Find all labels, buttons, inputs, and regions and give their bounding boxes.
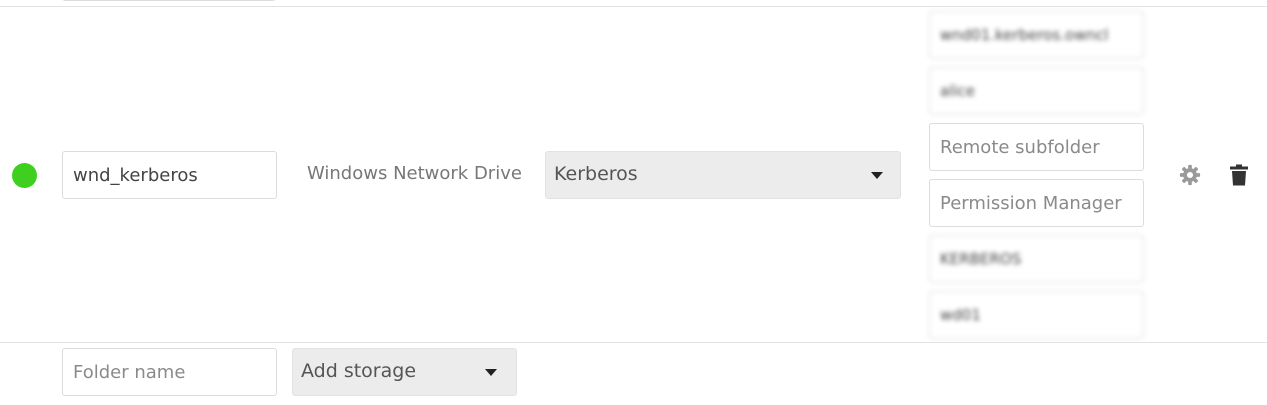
service-account-input[interactable] — [929, 291, 1144, 339]
gear-icon — [1179, 164, 1201, 186]
row-divider-top — [0, 6, 1267, 7]
previous-row-input[interactable] — [62, 0, 276, 1]
authentication-select[interactable]: Kerberos — [545, 151, 901, 199]
delete-button[interactable] — [1229, 164, 1249, 186]
authentication-select-value: Kerberos — [554, 163, 638, 185]
new-folder-name-input[interactable] — [62, 348, 277, 396]
add-storage-select-value: Add storage — [301, 360, 417, 382]
host-input[interactable] — [929, 11, 1144, 59]
username-input[interactable] — [929, 67, 1144, 115]
settings-button[interactable] — [1179, 164, 1201, 186]
row-divider-bottom — [0, 342, 1267, 343]
chevron-down-icon — [485, 369, 497, 376]
backend-label: Windows Network Drive — [307, 163, 522, 184]
trash-icon — [1229, 164, 1249, 186]
domain-input[interactable] — [929, 235, 1144, 283]
chevron-down-icon — [871, 172, 883, 179]
folder-name-input[interactable] — [62, 151, 277, 199]
add-storage-select[interactable]: Add storage — [292, 348, 517, 396]
remote-subfolder-input[interactable] — [929, 123, 1144, 171]
status-indicator — [12, 163, 37, 188]
external-storage-table: Windows Network Drive Kerberos — [0, 0, 1267, 405]
permission-manager-input[interactable] — [929, 179, 1144, 227]
